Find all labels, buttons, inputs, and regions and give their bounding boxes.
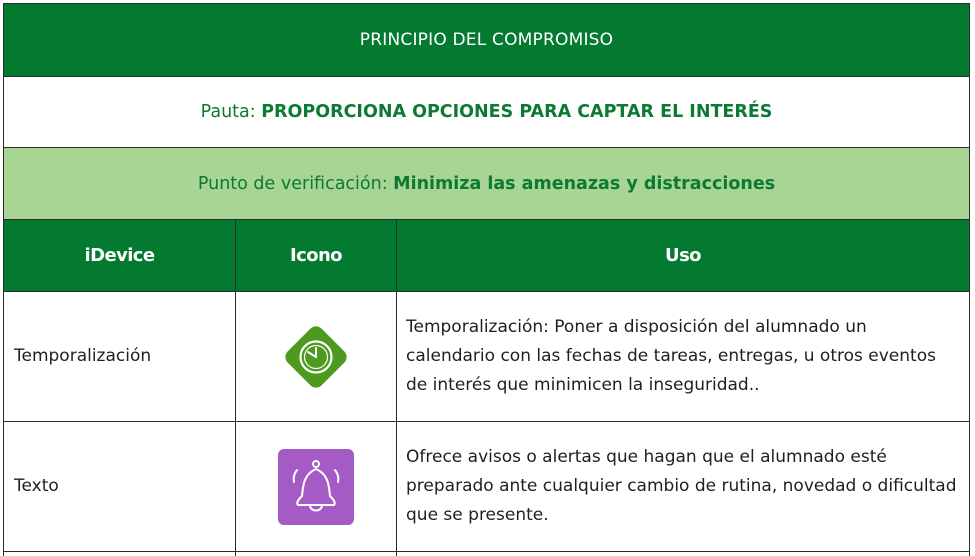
pauta-label: Pauta:: [200, 102, 262, 122]
column-header-idevice: iDevice: [3, 219, 236, 292]
table-cell: [3, 551, 236, 556]
idevice-name: Temporalización: [3, 291, 236, 422]
column-header-icono: Icono: [235, 219, 397, 292]
pauta-row: Pauta: PROPORCIONA OPCIONES PARA CAPTAR …: [2, 76, 971, 148]
uso-description: Ofrece avisos o alertas que hagan que el…: [395, 421, 971, 552]
table-row: Temporalización Temporalización: Poner a…: [3, 291, 971, 422]
icon-cell: [235, 421, 397, 552]
uso-description: Temporalización: Poner a disposición del…: [395, 291, 971, 422]
page: PRINCIPIO DEL COMPROMISO Pauta: PROPORCI…: [0, 0, 975, 556]
bell-icon: [278, 448, 354, 525]
checkpoint-label: Punto de verificación:: [197, 173, 394, 194]
checkpoint-value: Minimiza las amenazas y distracciones: [393, 173, 776, 194]
idevice-name: Texto: [3, 421, 236, 552]
table-cell: [235, 551, 397, 556]
clock-icon: [285, 325, 347, 388]
principle-banner: PRINCIPIO DEL COMPROMISO: [2, 3, 971, 77]
pauta-value: PROPORCIONA OPCIONES PARA CAPTAR EL INTE…: [261, 102, 773, 122]
icon-cell: [235, 291, 397, 422]
dua-table: PRINCIPIO DEL COMPROMISO Pauta: PROPORCI…: [2, 3, 971, 556]
table-cell: [395, 551, 971, 556]
table-row: Texto Ofrece avisos o alertas que hagan …: [3, 421, 971, 552]
column-header-uso: Uso: [395, 219, 971, 292]
table-row: [3, 551, 971, 556]
checkpoint-row: Punto de verificación: Minimiza las amen…: [2, 147, 971, 220]
